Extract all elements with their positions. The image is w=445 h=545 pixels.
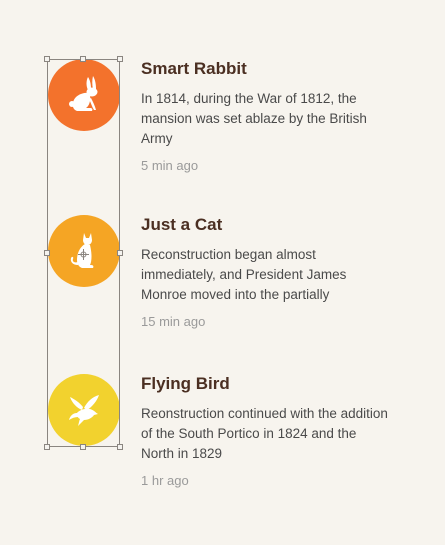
resize-handle-middle-left[interactable] (44, 250, 50, 256)
bird-icon (69, 395, 99, 426)
avatar-bird[interactable] (48, 374, 120, 446)
feed-item-content: Smart Rabbit In 1814, during the War of … (141, 59, 391, 175)
resize-handle-bottom-left[interactable] (44, 444, 50, 450)
feed-item-content: Just a Cat Reconstruction began almost i… (141, 215, 391, 331)
item-timestamp: 15 min ago (141, 314, 206, 329)
resize-handle-bottom-right[interactable] (117, 444, 123, 450)
item-title: Just a Cat (141, 215, 223, 234)
resize-handle-middle-right[interactable] (117, 250, 123, 256)
item-title: Smart Rabbit (141, 59, 247, 78)
resize-handle-top-right[interactable] (117, 56, 123, 62)
item-description: Reconstruction began almost immediately,… (141, 247, 347, 302)
feed-item-content: Flying Bird Reonstruction continued with… (141, 374, 391, 490)
rabbit-icon (69, 76, 98, 111)
item-description: Reonstruction continued with the additio… (141, 406, 388, 461)
item-timestamp: 5 min ago (141, 158, 199, 173)
item-timestamp: 1 hr ago (141, 473, 189, 488)
transform-center-icon[interactable] (78, 249, 89, 260)
item-title: Flying Bird (141, 374, 230, 393)
item-description: In 1814, during the War of 1812, the man… (141, 91, 367, 146)
resize-handle-bottom-center[interactable] (80, 444, 86, 450)
resize-handle-top-left[interactable] (44, 56, 50, 62)
resize-handle-top-center[interactable] (80, 56, 86, 62)
avatar-rabbit[interactable] (48, 59, 120, 131)
